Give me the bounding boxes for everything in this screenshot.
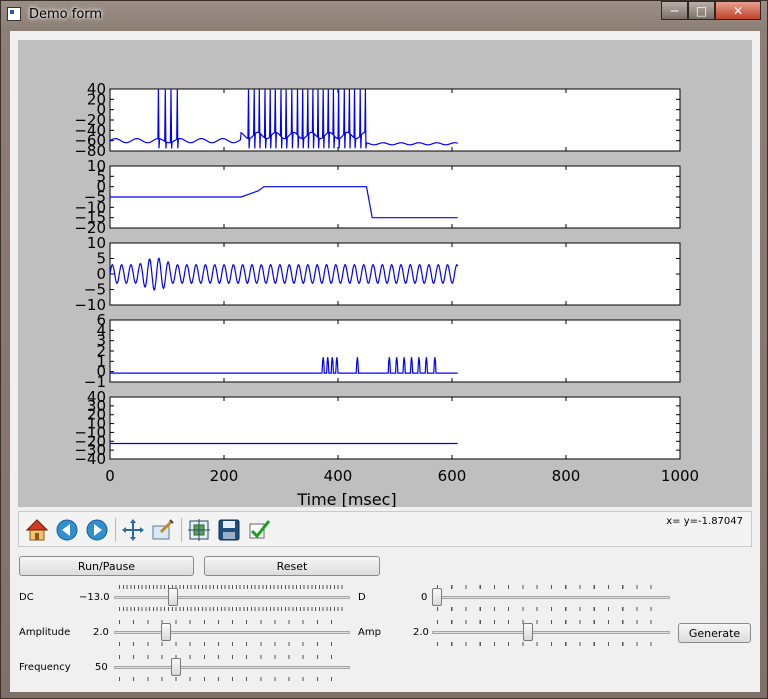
amp-slider[interactable] (432, 620, 670, 646)
maximize-icon: □ (695, 3, 708, 18)
dc-label: DC (19, 592, 34, 603)
x-tick-label: 800 (552, 467, 581, 485)
title-bar[interactable]: Demo form ─ □ ✕ (1, 1, 767, 31)
slider-groove[interactable] (114, 596, 350, 599)
d-value: 0 (421, 592, 428, 603)
close-icon: ✕ (732, 3, 744, 18)
slider-ticks (119, 607, 345, 611)
slider-groove[interactable] (432, 631, 670, 634)
save-icon (218, 519, 240, 541)
back-button[interactable] (55, 518, 79, 542)
frequency-slider[interactable] (114, 655, 350, 681)
minimize-icon: ─ (670, 3, 679, 18)
dc-slider[interactable] (114, 585, 350, 611)
minimize-button[interactable]: ─ (661, 1, 688, 20)
toolbar-separator (181, 518, 182, 542)
slider-ticks (437, 620, 665, 624)
slider-thumb[interactable] (170, 658, 181, 676)
x-axis-label: Time [msec] (296, 490, 396, 507)
home-button[interactable] (25, 518, 49, 542)
main-window: Demo form ─ □ ✕ 40 20 0 −20 −40 −60 −80 10 5 0 −5−… (0, 0, 768, 699)
plot-canvas[interactable]: 40 20 0 −20 −40 −60 −80 10 5 0 −5 −10 −15 −20 10 5 0 −5 −1… (18, 40, 752, 507)
slider-ticks (119, 620, 345, 624)
slider-ticks (437, 585, 665, 589)
dc-value: −13.0 (79, 592, 110, 603)
frequency-value: 50 (95, 662, 108, 673)
x-tick-label: 400 (324, 467, 353, 485)
run-pause-button[interactable]: Run/Pause (19, 556, 194, 576)
back-icon (56, 519, 78, 541)
reset-button[interactable]: Reset (204, 556, 380, 576)
slider-ticks (437, 642, 665, 646)
slider-ticks (119, 642, 345, 646)
figure[interactable]: 40200−20−40−60−801050−5−10−15−201050−5−1… (18, 40, 752, 507)
slider-thumb[interactable] (161, 623, 172, 641)
slider-groove[interactable] (114, 666, 350, 669)
frequency-label: Frequency (19, 662, 71, 673)
forward-button[interactable] (85, 518, 109, 542)
check-icon (249, 520, 271, 539)
close-button[interactable]: ✕ (715, 1, 761, 20)
slider-groove[interactable] (114, 631, 350, 634)
slider-thumb[interactable] (168, 588, 179, 606)
zoom-button[interactable] (151, 518, 175, 542)
maximize-button[interactable]: □ (688, 1, 715, 20)
amplitude-value: 2.0 (93, 627, 109, 638)
pan-button[interactable] (121, 518, 145, 542)
subplots-button[interactable] (187, 518, 211, 542)
amplitude-label: Amplitude (19, 627, 71, 638)
slider-ticks (119, 655, 345, 659)
amplitude-slider[interactable] (114, 620, 350, 646)
generate-button[interactable]: Generate (678, 623, 751, 643)
slider-ticks (119, 677, 345, 681)
subplots-icon (188, 519, 210, 541)
amp-label: Amp (358, 627, 381, 638)
axes-1 (109, 88, 681, 152)
window-title: Demo form (29, 7, 103, 22)
axes-5 (109, 396, 681, 460)
app-icon[interactable] (7, 7, 21, 21)
y-tick-label: −40 (74, 450, 106, 468)
pan-icon (122, 519, 144, 541)
forward-icon (86, 519, 108, 541)
d-slider[interactable] (432, 585, 670, 611)
navigation-toolbar: x= y=-1.87047 (18, 511, 752, 547)
coordinate-readout: x= y=-1.87047 (666, 516, 743, 527)
client-area: 40 20 0 −20 −40 −60 −80 10 5 0 −5 −10 −15 −20 10 5 0 −5 −1… (10, 31, 760, 692)
zoom-icon (152, 519, 174, 540)
save-button[interactable] (217, 518, 241, 542)
toolbar-separator (115, 518, 116, 542)
slider-ticks (119, 585, 345, 589)
x-tick-label: 1000 (661, 467, 699, 485)
x-tick-label: 0 (105, 467, 115, 485)
slider-ticks (437, 607, 665, 611)
amp-value: 2.0 (413, 627, 429, 638)
slider-thumb[interactable] (432, 588, 442, 606)
axes-3 (109, 242, 681, 306)
home-icon (25, 519, 49, 541)
check-button[interactable] (247, 518, 271, 542)
x-tick-label: 200 (210, 467, 239, 485)
d-label: D (358, 592, 366, 603)
slider-groove[interactable] (432, 596, 670, 599)
slider-thumb[interactable] (523, 623, 534, 641)
x-tick-label: 600 (438, 467, 467, 485)
